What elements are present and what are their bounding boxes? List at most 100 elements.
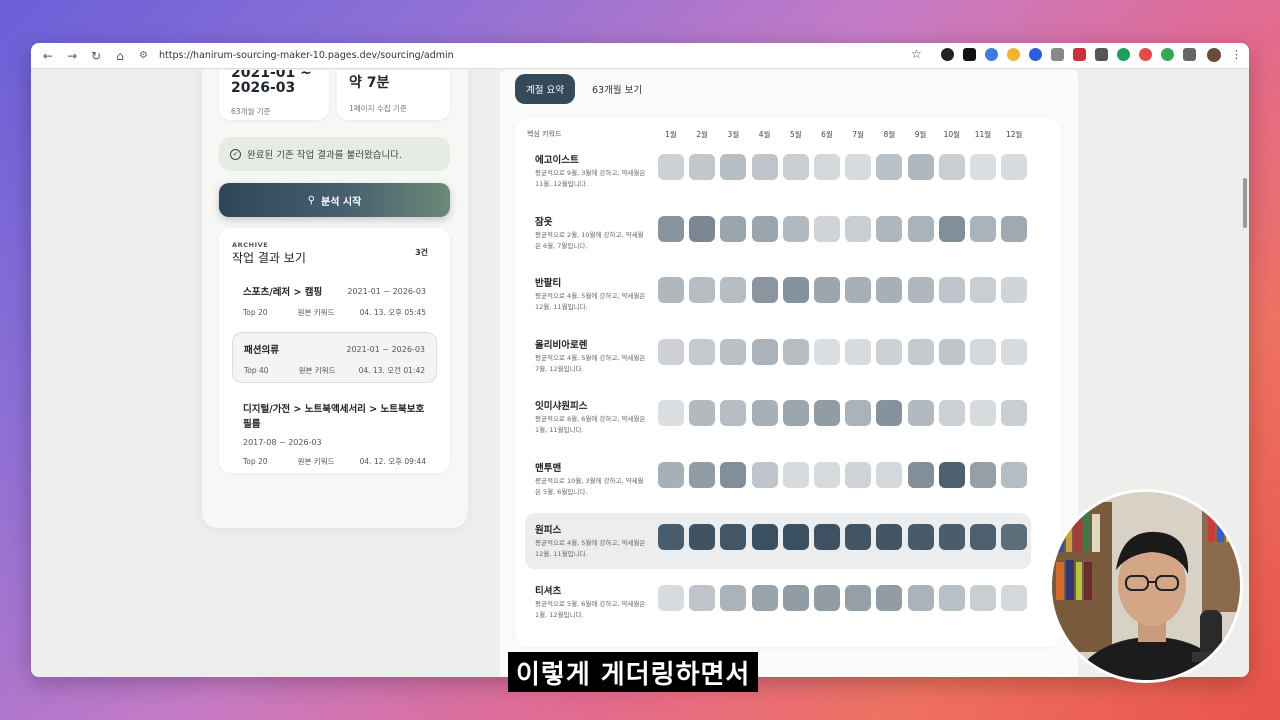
heat-cell (970, 277, 996, 304)
home-icon[interactable]: ⌂ (111, 47, 129, 65)
keyword-name: 맨투맨 (535, 463, 562, 474)
job-kw: 원본 키워드 (297, 457, 335, 466)
heat-cell (658, 338, 684, 365)
extension-icon[interactable] (1051, 48, 1064, 61)
keyword-row[interactable]: 티셔츠 평균적으로 5월, 6월에 강하고, 약세월은 1월, 12월입니다. (525, 580, 1031, 636)
keyword-name: 올리비아로렌 (535, 339, 588, 351)
job-top: Top 40 (244, 366, 269, 375)
address-bar[interactable]: ⚙ https://hanirum-sourcing-maker-10.page… (139, 45, 919, 66)
heat-cell (782, 585, 809, 612)
extension-icon[interactable] (1161, 48, 1174, 61)
keyword-row[interactable]: 올리비아로렌 평균적으로 4월, 5월에 강하고, 약세월은 7월, 12월입니다… (525, 334, 1031, 390)
heat-cell (845, 523, 872, 550)
job-title: 패션의류 (244, 345, 279, 356)
check-circle-icon: ✓ (230, 148, 241, 160)
heat-cell (938, 154, 965, 180)
heat-cell (938, 215, 965, 242)
heat-cell (689, 585, 716, 612)
month-label: 7월 (852, 130, 865, 139)
heat-cell (689, 338, 716, 365)
forward-icon[interactable]: → (63, 47, 81, 65)
heat-cell (970, 338, 996, 365)
tab-63-month-view[interactable]: 63개월 보기 (581, 74, 653, 104)
job-item-selected[interactable]: 패션의류 2021-01 ~ 2026-03 Top 40 원본 키워드 04. … (232, 332, 437, 383)
keyword-row[interactable]: 잠옷평균적으로 2월, 10월에 강하고, 약세월은 6월, 7월입니다. (525, 211, 1031, 267)
heat-cell (720, 585, 747, 612)
back-icon[interactable]: ← (39, 47, 57, 65)
heat-cell (970, 462, 996, 488)
heat-cell (845, 277, 872, 304)
heat-cell (720, 154, 747, 180)
keyword-description: 평균적으로 2월, 10월에 강하고, 약세월은 6월, 7월입니다. (535, 230, 644, 250)
heat-cell (751, 338, 778, 365)
heat-cell (938, 400, 965, 427)
job-period: 2021-01 ~ 2026-03 (346, 344, 425, 354)
puzzle-icon[interactable] (1183, 48, 1196, 61)
keyword-row[interactable]: 에고이스트평균적으로 9월, 3월에 강하고, 약세월은 11월, 12월입니다… (525, 149, 1031, 205)
heat-cell (658, 400, 684, 427)
menu-kebab-icon[interactable]: ⋮ (1231, 48, 1242, 61)
heat-cell (907, 462, 934, 488)
extension-icon[interactable] (1139, 48, 1152, 61)
site-info-icon[interactable]: ⚙ (139, 50, 153, 61)
job-title: 디지털/가전 > 노트북액세서리 > 노트북보호필름 (243, 404, 425, 430)
extension-icon[interactable] (963, 48, 976, 61)
extension-icon[interactable] (1007, 48, 1020, 61)
heat-cell (814, 523, 840, 550)
keyword-description: 평균적으로 9월, 3월에 강하고, 약세월은 11월, 12월입니다. (535, 169, 646, 188)
job-date: 04. 12. 오후 09:44 (359, 457, 426, 466)
heat-cell (845, 400, 872, 427)
heat-cell (907, 585, 934, 612)
heat-cell (814, 154, 840, 180)
heat-cell (720, 523, 747, 550)
heat-cell (814, 338, 840, 365)
keyword-name: 원피스 (535, 524, 562, 536)
month-label: 5월 (789, 130, 802, 139)
job-kw: 원본 키워드 (297, 308, 335, 317)
tab-seasonal-summary[interactable]: 계절 요약 (515, 74, 575, 104)
extension-icon[interactable] (1117, 48, 1130, 61)
bookmark-star-icon[interactable]: ☆ (911, 47, 922, 61)
heat-cell (1001, 462, 1028, 488)
scrollbar-thumb[interactable] (1243, 178, 1247, 228)
heat-cell (658, 523, 684, 550)
heat-cell (876, 523, 903, 550)
heat-cell (782, 154, 809, 180)
heat-cell (907, 154, 934, 180)
extension-icon[interactable] (1073, 48, 1086, 61)
duration-sub: 1페이지 수집 기준 (349, 104, 407, 113)
job-top: Top 20 (243, 457, 268, 466)
keyword-row[interactable]: 맨투맨 평균적으로 10월, 3월에 강하고, 약세월은 5월, 6월입니다. (525, 457, 1031, 513)
month-label: 8월 (883, 130, 896, 139)
presenter-video (1052, 492, 1240, 680)
keyword-row[interactable]: 반팔티 평균적으로 4월, 5월에 강하고, 약세월은 12월, 11월입니다. (525, 272, 1031, 328)
extension-icon[interactable] (985, 48, 998, 61)
month-label: 6월 (821, 130, 833, 139)
keyword-row[interactable]: 잇미샤원피스 평균적으로 8월, 6월에 강하고, 약세월은 1월, 11월입니다… (525, 395, 1031, 451)
video-caption: 이렇게 게더링하면서 (508, 652, 759, 692)
seasonal-heatmap: 핵심 키워드 1월 2월 3월 4월 5월 6월 7월 8월 9월 10월 11월 12월 에고이스트… (515, 117, 1061, 647)
period-stat-card: 2021-01 ~ 2026-03 63개월 기준 (219, 70, 329, 120)
reload-icon[interactable]: ↻ (87, 47, 105, 65)
heat-cell (720, 400, 747, 427)
extension-icon[interactable] (1095, 48, 1108, 61)
heat-cell (689, 277, 716, 304)
heat-cell (938, 585, 965, 612)
keyword-name: 에고이스트 (535, 155, 579, 166)
heat-cell (938, 462, 965, 488)
keyword-row[interactable]: 원피스 평균적으로 4월, 5월에 강하고, 약세월은 12월, 11월입니다. (525, 512, 1031, 569)
month-label: 3월 (727, 130, 740, 139)
extension-icon[interactable] (1029, 48, 1042, 61)
job-item[interactable]: 디지털/가전 > 노트북액세서리 > 노트북보호필름 2017-08 ~ 202… (232, 393, 437, 476)
heat-cell (970, 523, 996, 550)
heat-cell (689, 400, 716, 427)
job-item[interactable]: 스포츠/레저 > 캠핑 2021-01 ~ 2026-03 Top 20 원본 키… (232, 275, 437, 327)
search-icon: ⚲ (307, 194, 316, 206)
extension-icon[interactable] (941, 48, 954, 61)
analyze-start-button[interactable]: ⚲ 분석 시작 (219, 183, 450, 217)
heat-cell (907, 523, 934, 550)
profile-avatar[interactable] (1207, 48, 1221, 62)
heat-cell (970, 154, 996, 180)
keyword-description: 평균적으로 8월, 6월에 강하고, 약세월은 1월, 11월입니다. (535, 415, 646, 435)
keyword-name: 잠옷 (535, 216, 553, 228)
